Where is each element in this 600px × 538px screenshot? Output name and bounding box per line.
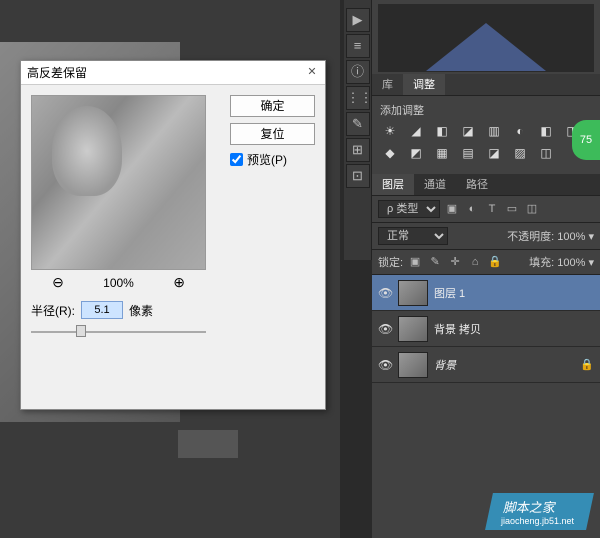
brush-icon[interactable]: ✎ xyxy=(346,112,370,136)
right-panel: 库 调整 添加调整 ☀ ◢ ◧ ◪ ▥ ◐ ◧ ◨ ◆ ◩ ▦ ▤ ◪ ▨ ◫ … xyxy=(372,0,600,538)
radius-input[interactable] xyxy=(81,301,123,319)
panel-icon[interactable]: ⊡ xyxy=(346,164,370,188)
tab-layers[interactable]: 图层 xyxy=(372,174,414,195)
adj-colorbalance-icon[interactable]: ◧ xyxy=(536,122,556,140)
fill-label: 填充: xyxy=(529,257,554,269)
layer-name[interactable]: 背景 xyxy=(434,357,574,373)
visibility-icon[interactable]: 👁 xyxy=(378,358,392,372)
visibility-icon[interactable]: 👁 xyxy=(378,322,392,336)
zoom-in-icon[interactable]: ⊕ xyxy=(173,274,185,291)
layer-thumbnail[interactable] xyxy=(398,316,428,342)
tab-paths[interactable]: 路径 xyxy=(456,174,498,195)
adj-gradientmap-icon[interactable]: ◫ xyxy=(536,144,556,162)
adj-invert-icon[interactable]: ▤ xyxy=(458,144,478,162)
grid-icon[interactable]: ⊞ xyxy=(346,138,370,162)
blend-mode-select[interactable]: 正常 xyxy=(378,227,448,245)
opacity-label: 不透明度: xyxy=(507,231,554,243)
tool-column: ▶ ≡ ⓘ ⋮⋮ ✎ ⊞ ⊡ xyxy=(344,0,372,260)
watermark: 脚本之家 jiaocheng.jb51.net xyxy=(485,493,594,530)
lock-icon: 🔒 xyxy=(580,358,594,371)
slider-thumb[interactable] xyxy=(76,325,86,337)
lock-label: 锁定: xyxy=(378,254,403,270)
high-pass-dialog: 高反差保留 ✕ ⊖ 100% ⊕ 半径(R): 像素 确定 复位 预览(P) xyxy=(20,60,326,410)
slider-track xyxy=(31,331,206,333)
filter-adj-icon[interactable]: ◐ xyxy=(464,201,480,217)
radius-label: 半径(R): xyxy=(31,302,75,319)
layer-thumbnail[interactable] xyxy=(398,280,428,306)
layer-thumbnail[interactable] xyxy=(398,352,428,378)
lock-transparent-icon[interactable]: ▣ xyxy=(407,254,423,270)
adj-colorlookup-icon[interactable]: ▦ xyxy=(432,144,452,162)
dialog-title-text: 高反差保留 xyxy=(27,66,87,80)
layer-row[interactable]: 👁 背景 🔒 xyxy=(372,347,600,383)
histogram[interactable] xyxy=(378,4,594,72)
layer-row[interactable]: 👁 背景 拷贝 xyxy=(372,311,600,347)
adj-vibrance-icon[interactable]: ▥ xyxy=(484,122,504,140)
canvas-swatch xyxy=(178,430,238,458)
zoom-out-icon[interactable]: ⊖ xyxy=(52,274,64,291)
filter-shape-icon[interactable]: ▭ xyxy=(504,201,520,217)
layers-list: 👁 图层 1 👁 背景 拷贝 👁 背景 🔒 xyxy=(372,275,600,383)
radius-unit: 像素 xyxy=(129,302,153,319)
zoom-level: 100% xyxy=(103,276,134,290)
opacity-value[interactable]: 100% xyxy=(557,231,585,243)
preview-checkbox-row[interactable]: 预览(P) xyxy=(230,151,315,168)
lock-all-icon[interactable]: 🔒 xyxy=(487,254,503,270)
tab-library[interactable]: 库 xyxy=(372,74,403,95)
filter-pixel-icon[interactable]: ▣ xyxy=(444,201,460,217)
adj-hue-icon[interactable]: ◐ xyxy=(510,122,530,140)
adj-exposure-icon[interactable]: ◪ xyxy=(458,122,478,140)
lock-fill-row: 锁定: ▣ ✎ ✛ ⌂ 🔒 填充: 100% ▾ xyxy=(372,250,600,275)
tab-channels[interactable]: 通道 xyxy=(414,174,456,195)
layer-filter-row: ρ 类型 ▣ ◐ T ▭ ◫ xyxy=(372,196,600,223)
dialog-titlebar[interactable]: 高反差保留 ✕ xyxy=(21,61,325,85)
watermark-url: jiaocheng.jb51.net xyxy=(501,516,574,526)
filter-smart-icon[interactable]: ◫ xyxy=(524,201,540,217)
layer-name[interactable]: 图层 1 xyxy=(434,285,594,301)
preview-label: 预览(P) xyxy=(247,151,287,168)
visibility-icon[interactable]: 👁 xyxy=(378,286,392,300)
adj-threshold-icon[interactable]: ▨ xyxy=(510,144,530,162)
adjustment-grid: ☀ ◢ ◧ ◪ ▥ ◐ ◧ ◨ ◆ ◩ ▦ ▤ ◪ ▨ ◫ xyxy=(372,122,600,168)
adj-levels-icon[interactable]: ◢ xyxy=(406,122,426,140)
ok-button[interactable]: 确定 xyxy=(230,95,315,117)
fill-value[interactable]: 100% xyxy=(557,257,585,269)
add-adjustment-label: 添加调整 xyxy=(372,96,600,122)
status-badge[interactable]: 75 xyxy=(572,120,600,160)
layers-tabs: 图层 通道 路径 xyxy=(372,174,600,196)
histogram-icon[interactable]: ≡ xyxy=(346,34,370,58)
radius-slider[interactable] xyxy=(31,323,206,341)
lock-image-icon[interactable]: ✎ xyxy=(427,254,443,270)
preview-checkbox[interactable] xyxy=(230,153,243,166)
adj-photofilter-icon[interactable]: ◆ xyxy=(380,144,400,162)
layer-kind-select[interactable]: ρ 类型 xyxy=(378,200,440,218)
adj-channelmixer-icon[interactable]: ◩ xyxy=(406,144,426,162)
info-icon[interactable]: ⓘ xyxy=(346,60,370,84)
adj-brightness-icon[interactable]: ☀ xyxy=(380,122,400,140)
play-icon[interactable]: ▶ xyxy=(346,8,370,32)
lock-artboard-icon[interactable]: ⌂ xyxy=(467,254,483,270)
filter-type-icon[interactable]: T xyxy=(484,201,500,217)
adj-posterize-icon[interactable]: ◪ xyxy=(484,144,504,162)
close-icon[interactable]: ✕ xyxy=(303,63,321,81)
watermark-text: 脚本之家 xyxy=(502,500,557,515)
tab-adjustments[interactable]: 调整 xyxy=(403,74,445,95)
lock-position-icon[interactable]: ✛ xyxy=(447,254,463,270)
adjustments-tabs: 库 调整 xyxy=(372,74,600,96)
filter-preview[interactable] xyxy=(31,95,206,270)
reset-button[interactable]: 复位 xyxy=(230,123,315,145)
adj-curves-icon[interactable]: ◧ xyxy=(432,122,452,140)
swatches-icon[interactable]: ⋮⋮ xyxy=(346,86,370,110)
layer-name[interactable]: 背景 拷贝 xyxy=(434,321,594,337)
blend-opacity-row: 正常 不透明度: 100% ▾ xyxy=(372,223,600,250)
layer-row[interactable]: 👁 图层 1 xyxy=(372,275,600,311)
